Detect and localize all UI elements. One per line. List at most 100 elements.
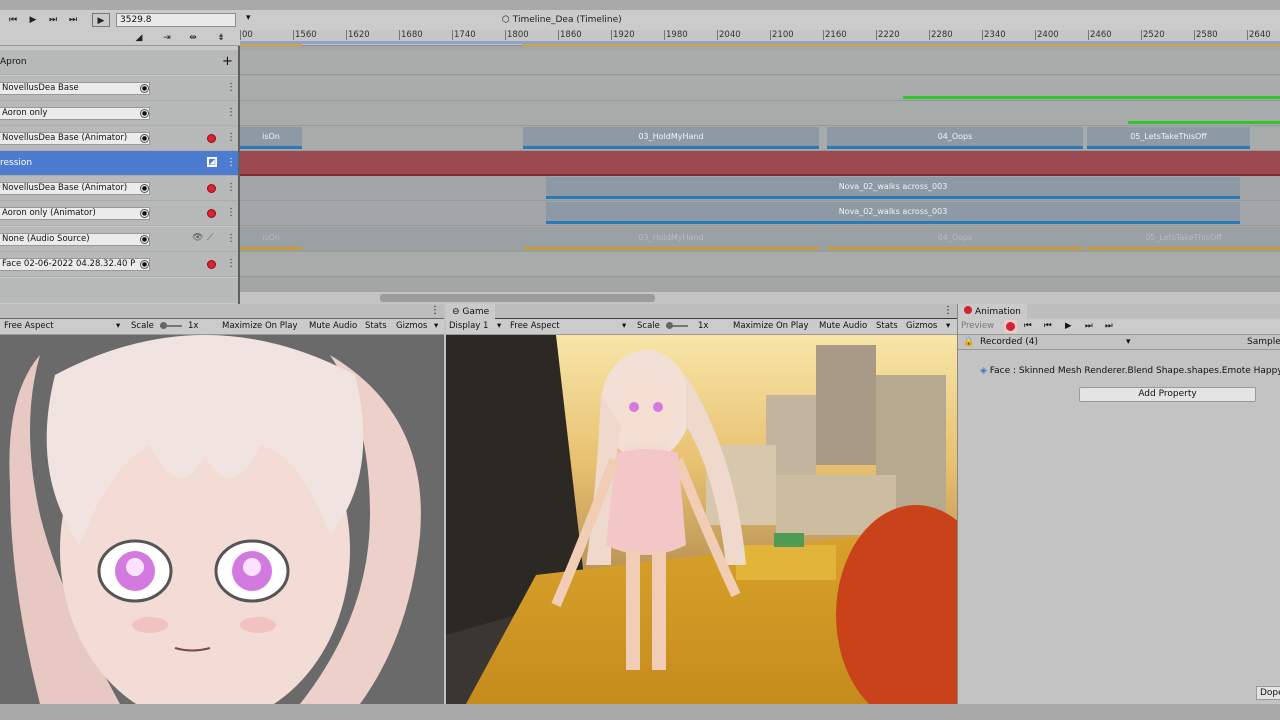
add-property-button[interactable]: Add Property	[1079, 387, 1256, 402]
gizmos-button[interactable]: Gizmos	[396, 321, 427, 331]
lane[interactable]: Nova_02_walks across_003	[240, 176, 1280, 201]
chevron-down-icon[interactable]: ▾	[116, 321, 120, 331]
track-binding-field[interactable]: NovellusDea Base	[0, 82, 150, 95]
mute-audio-button[interactable]: Mute Audio	[309, 321, 357, 331]
frame-field[interactable]: 3529.8	[116, 13, 236, 27]
track-menu-icon[interactable]: ⋮	[226, 207, 236, 218]
character-closeup-viewport[interactable]	[0, 335, 444, 704]
timeline-scrollbar[interactable]	[240, 292, 1280, 304]
play-icon[interactable]: ▶	[1065, 321, 1072, 331]
track-row[interactable]: NovellusDea Base (Animator) ● ⋮	[0, 176, 238, 201]
timeline-clip[interactable]: Nova_02_walks across_003	[546, 202, 1240, 224]
track-menu-icon[interactable]: ⋮	[226, 182, 236, 193]
selected-lane[interactable]	[240, 151, 1280, 176]
stats-button[interactable]: Stats	[876, 321, 898, 331]
track-row[interactable]: Face 02-06-2022 04.28.32.40 P ● ⋮	[0, 252, 238, 277]
object-picker-icon[interactable]: ●	[140, 84, 149, 93]
track-group-apron[interactable]: Apron +	[0, 50, 238, 75]
audio-clip[interactable]: 05_LetsTakeThisOff	[1087, 228, 1280, 250]
track-binding-field[interactable]: None (Audio Source)	[0, 233, 150, 246]
track-row-selected[interactable]: ression ◩ ⋮	[0, 151, 238, 176]
tab-animation[interactable]: Animation	[958, 304, 1027, 320]
record-icon[interactable]	[207, 260, 216, 269]
track-binding-field[interactable]: Face 02-06-2022 04.28.32.40 P	[0, 258, 150, 271]
display-dropdown[interactable]: Display 1	[449, 321, 488, 331]
object-picker-icon[interactable]: ●	[140, 184, 149, 193]
track-binding-field[interactable]: NovellusDea Base (Animator)	[0, 132, 150, 145]
play-icon[interactable]: ▶	[24, 13, 42, 27]
audio-clip[interactable]: 04_Oops	[827, 228, 1083, 250]
track-menu-icon[interactable]: ⋮	[226, 157, 236, 168]
track-binding-field[interactable]: Aoron only (Animator)	[0, 207, 150, 220]
track-menu-icon[interactable]: ⋮	[226, 258, 236, 269]
property-row[interactable]: ◈ Face : Skinned Mesh Renderer.Blend Sha…	[980, 366, 1280, 376]
ripple-icon[interactable]: ⇥	[158, 31, 176, 45]
record-icon[interactable]	[207, 209, 216, 218]
timeline-clip[interactable]: 05_LetsTakeThisOff	[1087, 127, 1250, 149]
game-viewport[interactable]	[446, 335, 957, 704]
scale-slider-handle[interactable]	[160, 322, 167, 329]
record-icon[interactable]	[207, 184, 216, 193]
track-row[interactable]: NovellusDea Base (Animator) ● ⋮	[0, 126, 238, 151]
aspect-dropdown[interactable]: Free Aspect	[510, 321, 560, 331]
curves-icon[interactable]: ◩	[207, 157, 217, 167]
tab-game[interactable]: ⊖ Game	[446, 304, 496, 320]
record-icon[interactable]	[207, 134, 216, 143]
dropdown-icon[interactable]: ▾	[246, 13, 251, 23]
track-binding-field[interactable]: Aoron only	[0, 107, 150, 120]
maximize-on-play-button[interactable]: Maximize On Play	[222, 321, 297, 331]
chevron-down-icon[interactable]: ▾	[622, 321, 626, 331]
audio-clip[interactable]: 03_HoldMyHand	[523, 228, 819, 250]
track-menu-icon[interactable]: ⋮	[226, 132, 236, 143]
timeline-clip[interactable]: 03_HoldMyHand	[523, 127, 819, 149]
mute-audio-button[interactable]: Mute Audio	[819, 321, 867, 331]
track-row[interactable]: Aoron only ● ⋮	[0, 101, 238, 126]
preview-button[interactable]: Preview	[961, 321, 994, 331]
track-row[interactable]: NovellusDea Base ● ⋮	[0, 76, 238, 101]
first-key-icon[interactable]: ⏮	[1024, 321, 1032, 331]
timeline-clip[interactable]: Nova_02_walks across_003	[546, 177, 1240, 199]
lane[interactable]: Nova_02_walks across_003	[240, 201, 1280, 226]
panel-menu-icon[interactable]: ⋮	[943, 305, 953, 316]
track-menu-icon[interactable]: ⋮	[226, 233, 236, 244]
preview-mode-icon[interactable]: ▶	[92, 13, 110, 27]
object-picker-icon[interactable]: ●	[140, 134, 149, 143]
track-row[interactable]: Aoron only (Animator) ● ⋮	[0, 201, 238, 226]
lock-icon[interactable]: 🔒	[963, 337, 974, 347]
stats-button[interactable]: Stats	[365, 321, 387, 331]
track-row[interactable]: None (Audio Source) ● 👁 ⟋ ⋮	[0, 227, 238, 252]
lock-playhead-icon[interactable]: ⇟	[212, 31, 230, 45]
go-end-icon[interactable]: ⏭	[64, 13, 82, 27]
chevron-down-icon[interactable]: ▾	[946, 321, 950, 331]
record-button[interactable]	[1004, 320, 1017, 333]
curve-icon[interactable]: ⟋	[207, 233, 213, 243]
lane[interactable]: isOn 03_HoldMyHand 04_Oops 05_LetsTakeTh…	[240, 126, 1280, 151]
scrollbar-thumb[interactable]	[380, 294, 655, 302]
object-picker-icon[interactable]: ●	[140, 235, 149, 244]
track-menu-icon[interactable]: ⋮	[226, 82, 236, 93]
object-picker-icon[interactable]: ●	[140, 209, 149, 218]
track-binding-field[interactable]: NovellusDea Base (Animator)	[0, 182, 150, 195]
snap-icon[interactable]: ⇹	[184, 31, 202, 45]
next-frame-icon[interactable]: ⏭	[44, 13, 62, 27]
scale-slider-handle[interactable]	[666, 322, 673, 329]
timeline-clip[interactable]: 04_Oops	[827, 127, 1083, 149]
add-track-icon[interactable]: +	[222, 54, 233, 69]
object-picker-icon[interactable]: ●	[140, 260, 149, 269]
last-key-icon[interactable]: ⏭	[1105, 321, 1113, 331]
clip-dropdown[interactable]: Recorded (4)	[980, 337, 1038, 347]
prev-key-icon[interactable]: ⏮	[1044, 321, 1052, 331]
track-menu-icon[interactable]: ⋮	[226, 107, 236, 118]
chevron-down-icon[interactable]: ▾	[1126, 337, 1131, 347]
chevron-down-icon[interactable]: ▾	[497, 321, 501, 331]
maximize-on-play-button[interactable]: Maximize On Play	[733, 321, 808, 331]
panel-menu-icon[interactable]: ⋮	[430, 305, 440, 316]
mute-icon[interactable]: 👁	[192, 233, 203, 243]
chevron-down-icon[interactable]: ▾	[434, 321, 438, 331]
timeline-clip[interactable]: isOn	[240, 127, 302, 149]
edit-mode-icon[interactable]: ◢	[130, 31, 148, 45]
go-start-icon[interactable]: ⏮	[4, 13, 22, 27]
breadcrumb[interactable]: ⬡ Timeline_Dea (Timeline)	[502, 13, 622, 27]
next-key-icon[interactable]: ⏭	[1085, 321, 1093, 331]
audio-clip[interactable]: isOn	[240, 228, 302, 250]
